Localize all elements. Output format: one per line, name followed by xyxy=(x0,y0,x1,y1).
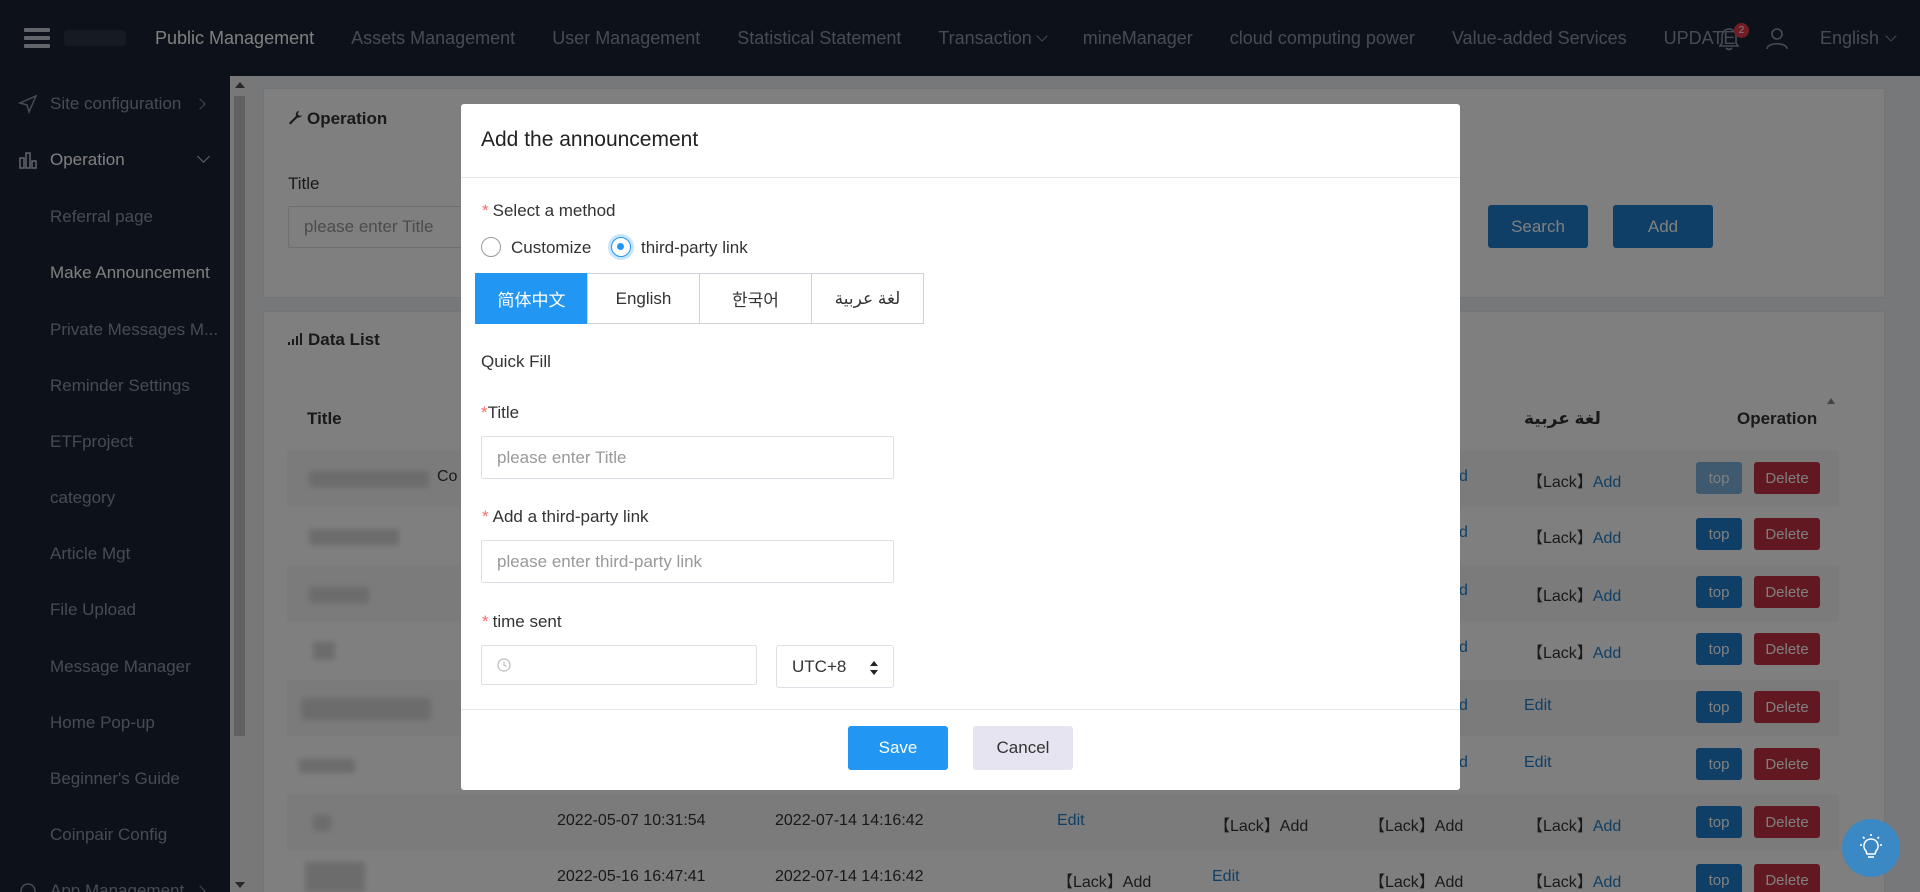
radio-third-party-link-label[interactable]: third-party link xyxy=(641,238,748,258)
cancel-button[interactable]: Cancel xyxy=(973,726,1073,770)
required-marker: * xyxy=(481,403,488,422)
quick-fill-label: Quick Fill xyxy=(481,352,551,371)
method-label: * Select a method xyxy=(482,201,615,221)
modal-title: Add the announcement xyxy=(481,128,699,151)
add-announcement-modal: Add the announcement * Select a method Cu… xyxy=(461,104,1460,790)
tab-english[interactable]: English xyxy=(587,273,700,324)
modal-title-label-text: Title xyxy=(487,403,520,422)
select-arrows-icon xyxy=(870,661,878,675)
timezone-value: UTC+8 xyxy=(792,656,847,676)
tab-simplified-chinese[interactable]: 简体中文 xyxy=(475,273,588,324)
radio-customize-label[interactable]: Customize xyxy=(511,238,591,258)
timezone-select[interactable]: UTC+8 xyxy=(776,645,894,688)
divider xyxy=(461,709,1460,710)
method-label-text: Select a method xyxy=(492,201,616,220)
save-button[interactable]: Save xyxy=(848,726,948,770)
radio-customize[interactable] xyxy=(481,237,501,257)
tab-arabic[interactable]: لغة عربية xyxy=(811,273,924,324)
required-marker: * xyxy=(482,612,489,631)
required-marker: * xyxy=(482,507,489,526)
lightbulb-icon xyxy=(1860,834,1882,858)
time-sent-label: * time sent xyxy=(482,612,562,632)
required-marker: * xyxy=(482,201,489,220)
radio-third-party-link[interactable] xyxy=(611,237,631,257)
clock-icon xyxy=(497,658,511,672)
modal-title-label: *Title xyxy=(481,403,519,423)
tab-korean[interactable]: 한국어 xyxy=(699,273,812,324)
time-sent-input[interactable] xyxy=(481,645,757,685)
language-tabs: 简体中文 English 한국어 لغة عربية xyxy=(475,273,924,324)
link-label: * Add a third-party link xyxy=(482,507,649,527)
link-label-text: Add a third-party link xyxy=(492,507,649,526)
help-lightbulb-button[interactable] xyxy=(1842,819,1900,877)
time-sent-label-text: time sent xyxy=(492,612,562,631)
divider xyxy=(461,177,1460,178)
third-party-link-input[interactable]: please enter third-party link xyxy=(481,540,894,583)
modal-title-input[interactable]: please enter Title xyxy=(481,436,894,479)
